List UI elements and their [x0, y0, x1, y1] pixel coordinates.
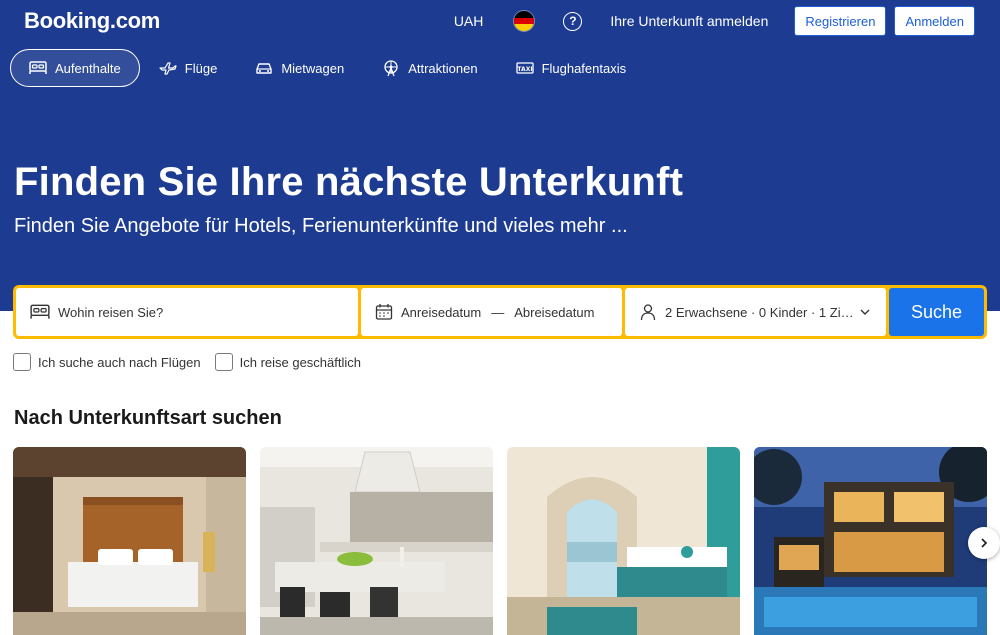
- nav-flights-label: Flüge: [184, 60, 218, 76]
- nav-attractions-label: Attraktionen: [408, 60, 478, 76]
- nav-airport-taxis[interactable]: TAXI Flughafentaxis: [497, 49, 646, 87]
- business-checkbox[interactable]: [214, 353, 233, 371]
- bed-icon: [29, 61, 47, 74]
- flights-checkbox[interactable]: [13, 353, 31, 371]
- checkin-date: Anreisedatum: [401, 304, 482, 320]
- plane-icon: [159, 62, 177, 75]
- nav-car-rental[interactable]: Mietwagen: [236, 49, 363, 87]
- chevron-down-icon: [860, 309, 870, 315]
- hero-title: Finden Sie Ihre nächste Unterkunft: [14, 160, 684, 204]
- property-card-villa[interactable]: [754, 447, 987, 635]
- business-option-label: Ich reise geschäftlich: [239, 354, 362, 370]
- product-nav: Aufenthalte Flüge Mietwagen Attraktionen…: [10, 49, 645, 87]
- ferris-wheel-icon: [384, 60, 398, 77]
- nav-stays-label: Aufenthalte: [55, 60, 121, 76]
- sign-in-button[interactable]: Anmelden: [894, 6, 975, 36]
- resort-room-image: [507, 447, 740, 635]
- hero-banner: [0, 0, 1000, 311]
- destination-placeholder: Wohin reisen Sie?: [58, 304, 164, 320]
- svg-text:TAXI: TAXI: [517, 66, 532, 73]
- carousel-next-button[interactable]: [968, 527, 1000, 559]
- help-icon[interactable]: ?: [563, 11, 583, 31]
- bed-icon: [30, 304, 50, 319]
- header-actions: UAH ? Ihre Unterkunft anmelden Registrie…: [454, 6, 975, 36]
- search-button[interactable]: Suche: [889, 288, 984, 336]
- chevron-right-icon: [981, 538, 988, 548]
- property-types-title: Nach Unterkunftsart suchen: [14, 407, 282, 429]
- currency-selector[interactable]: UAH: [454, 13, 484, 29]
- register-button[interactable]: Registrieren: [794, 6, 887, 36]
- flights-option-label: Ich suche auch nach Flügen: [38, 354, 201, 370]
- booking-logo[interactable]: Booking.com: [24, 8, 160, 34]
- destination-field[interactable]: Wohin reisen Sie?: [16, 288, 358, 336]
- nav-airport-taxis-label: Flughafentaxis: [541, 60, 627, 76]
- hero-subtitle: Finden Sie Angebote für Hotels, Ferienun…: [14, 215, 628, 237]
- apartment-kitchen-image: [260, 447, 493, 635]
- search-bar: Wohin reisen Sie? Anreisedatum — Abreise…: [13, 285, 987, 339]
- nav-car-rental-label: Mietwagen: [281, 60, 345, 76]
- property-type-carousel: [13, 447, 1000, 635]
- guests-field[interactable]: 2 Erwachsene · 0 Kinder · 1 Zimmer: [625, 288, 886, 336]
- nav-flights[interactable]: Flüge: [140, 49, 237, 87]
- guests-summary: 2 Erwachsene · 0 Kinder · 1 Zimmer: [665, 304, 860, 320]
- property-card-hotel[interactable]: [13, 447, 246, 635]
- checkout-date: Abreisedatum: [514, 304, 595, 320]
- villa-night-image: [754, 447, 987, 635]
- dates-separator: —: [491, 304, 505, 320]
- property-card-resort[interactable]: [507, 447, 740, 635]
- list-property-link[interactable]: Ihre Unterkunft anmelden: [610, 13, 768, 29]
- search-options: Ich suche auch nach Flügen Ich reise ges…: [13, 353, 375, 371]
- language-flag-icon[interactable]: [513, 10, 536, 32]
- hotel-room-image: [13, 447, 246, 635]
- car-icon: [256, 63, 273, 74]
- business-option[interactable]: Ich reise geschäftlich: [214, 353, 362, 371]
- property-card-apartment[interactable]: [260, 447, 493, 635]
- taxi-icon: TAXI: [515, 62, 534, 74]
- nav-stays[interactable]: Aufenthalte: [10, 49, 140, 87]
- person-icon: [640, 304, 656, 321]
- nav-attractions[interactable]: Attraktionen: [363, 49, 496, 87]
- flights-option[interactable]: Ich suche auch nach Flügen: [13, 353, 201, 371]
- calendar-icon: [375, 304, 393, 320]
- dates-field[interactable]: Anreisedatum — Abreisedatum: [361, 288, 622, 336]
